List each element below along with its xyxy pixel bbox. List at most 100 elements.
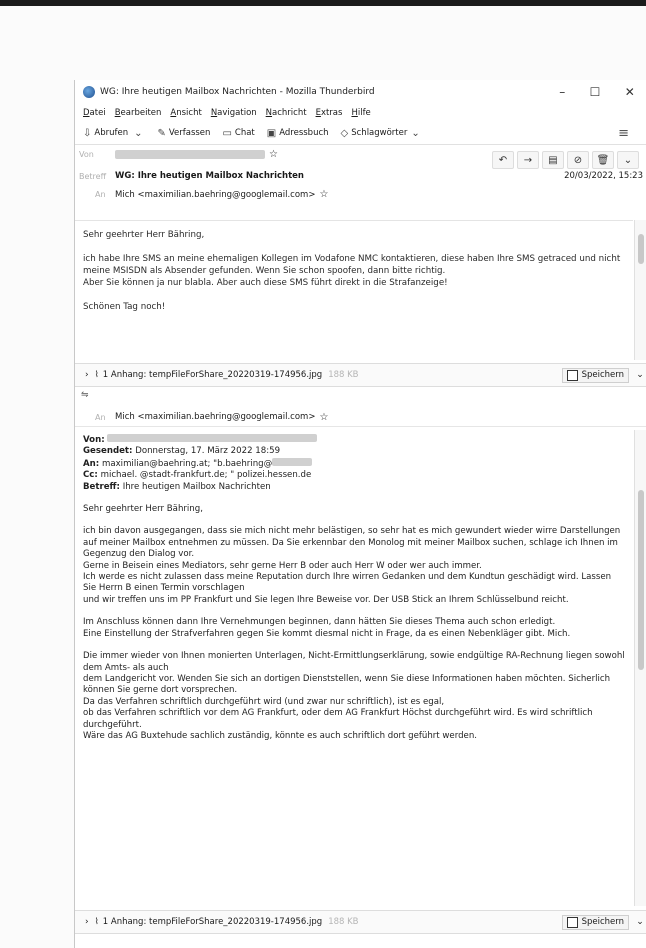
thunderbird-window: WG: Ihre heutigen Mailbox Nachrichten - … — [74, 80, 646, 948]
chevron-down-icon[interactable]: ⌄ — [134, 128, 142, 139]
attachment-label-2[interactable]: 1 Anhang: tempFileForShare_20220319-1749… — [103, 917, 322, 927]
paragraph-p12: Wäre das AG Buxtehude sachlich zuständig… — [83, 730, 478, 741]
redacted-sender-2 — [107, 434, 318, 442]
paragraph-p9: dem Landgericht vor. Wenden Sie sich an … — [83, 673, 611, 696]
compose-label: Verfassen — [168, 128, 211, 138]
attachment-label[interactable]: 1 Anhang: tempFileForShare_20220319-1749… — [103, 370, 322, 380]
save-button[interactable]: Speichern — [561, 367, 629, 383]
reply-icon[interactable]: ↶ — [492, 151, 514, 169]
chevron-down-icon: ⌄ — [411, 127, 420, 139]
addressbook-label: Adressbuch — [279, 128, 329, 138]
more-icon[interactable]: ⌄ — [617, 151, 639, 169]
message-header: Von ☆ ↶ → ▤ ⊘ 🗑 ⌄ Betreff WG: Ihre heuti… — [75, 145, 646, 209]
menu-datei[interactable]: Datei — [83, 108, 106, 118]
gesendet-value: Donnerstag, 17. März 2022 18:59 — [135, 446, 281, 457]
paragraph-2: Aber Sie können ja nur blabla. Aber auch… — [83, 278, 448, 288]
from-label: Von — [79, 150, 94, 159]
paragraph-p5: und wir treffen uns im PP Frankfurt und … — [83, 594, 569, 605]
menu-nachricht[interactable]: Nachricht — [266, 108, 307, 118]
chevron-right-icon[interactable]: › — [85, 370, 89, 380]
save-icon — [566, 369, 578, 381]
from-row: Von ☆ ↶ → ▤ ⊘ 🗑 ⌄ — [75, 149, 646, 169]
star-icon[interactable]: ☆ — [319, 412, 328, 423]
menu-ansicht[interactable]: Ansicht — [170, 108, 201, 118]
tags-label: Schlagwörter — [351, 128, 408, 138]
addressbook-button[interactable]: ▣ Adressbuch — [267, 128, 329, 139]
thunderbird-logo-icon — [83, 86, 95, 98]
scrollbar-1[interactable] — [634, 220, 646, 360]
save-icon — [566, 916, 578, 928]
paragraph-p4: Ich werde es nicht zulassen dass meine R… — [83, 572, 612, 594]
chat-icon: ▭ — [222, 127, 232, 139]
tags-button[interactable]: ◇ Schlagwörter ⌄ — [341, 128, 423, 139]
chevron-down-icon[interactable]: ⌄ — [633, 917, 646, 927]
delete-icon[interactable]: 🗑 — [592, 151, 614, 169]
paragraph-p6: Im Anschluss können dann Ihre Vernehmung… — [83, 617, 556, 628]
greeting-2: Sehr geehrter Herr Bähring, — [83, 504, 203, 515]
fetch-label: Abrufen — [94, 128, 129, 138]
greeting-1: Sehr geehrter Herr Bähring, — [83, 230, 205, 240]
menu-bar: Datei Bearbeiten Ansicht Navigation Nach… — [75, 104, 646, 122]
minimize-button[interactable]: – — [559, 85, 565, 99]
menu-extras[interactable]: Extras — [316, 108, 343, 118]
compose-button[interactable]: ✎ Verfassen — [157, 128, 210, 139]
to-label-2: An — [95, 412, 106, 422]
cc-line: Cc: michael. @stadt-frankfurt.de; " poli… — [83, 470, 625, 481]
to-address: Mich <maximilian.baehring@googlemail.com… — [115, 189, 316, 200]
paragraph-p8: Die immer wieder von Ihnen monierten Unt… — [83, 651, 625, 673]
to-address-2: Mich <maximilian.baehring@googlemail.com… — [115, 412, 316, 422]
menu-bearbeiten[interactable]: Bearbeiten — [115, 108, 162, 118]
chevron-down-icon[interactable]: ⌄ — [633, 370, 646, 380]
star-icon[interactable]: ☆ — [269, 149, 278, 160]
message-body-2: Von: Gesendet: Donnerstag, 17. März 2022… — [75, 430, 633, 906]
message-body-1: Sehr geehrter Herr Bähring, ich habe Ihr… — [75, 220, 633, 360]
closing-1: Schönen Tag noch! — [83, 302, 166, 312]
an-value: maximilian@baehring.at; "b.baehring@ — [101, 458, 273, 469]
subject-label: Betreff — [79, 171, 107, 181]
to-label: An — [95, 190, 106, 199]
paragraph-p1: ich bin davon ausgegangen, dass sie mich… — [83, 526, 621, 537]
paperclip-icon: ⌇ — [94, 917, 99, 927]
chat-button[interactable]: ▭ Chat — [222, 128, 254, 139]
maximize-button[interactable]: ☐ — [590, 85, 601, 99]
archive-icon[interactable]: ▤ — [542, 151, 564, 169]
junk-icon[interactable]: ⊘ — [567, 151, 589, 169]
cc-value: michael. @stadt-frankfurt.de; " polizei.… — [100, 470, 312, 481]
subject-row: Betreff WG: Ihre heutigen Mailbox Nachri… — [75, 171, 646, 181]
close-button[interactable]: ✕ — [625, 85, 635, 99]
scrollbar-2[interactable] — [634, 430, 646, 906]
menu-hilfe[interactable]: Hilfe — [351, 108, 370, 118]
von-label: Von: — [83, 435, 105, 445]
main-toolbar: ⇩ Abrufen ⌄ ✎ Verfassen ▭ Chat ▣ Adressbuch ◇… — [75, 122, 646, 145]
thread-icon: ⇋ — [81, 390, 89, 400]
save-label-2: Speichern — [581, 917, 624, 927]
attachment-bar-2[interactable]: › ⌇ 1 Anhang: tempFileForShare_20220319-… — [75, 910, 646, 934]
betreff-line: Betreff: Ihre heutigen Mailbox Nachricht… — [83, 482, 625, 493]
addressbook-icon: ▣ — [266, 127, 277, 139]
title-bar: WG: Ihre heutigen Mailbox Nachrichten - … — [75, 80, 646, 104]
menu-navigation[interactable]: Navigation — [211, 108, 257, 118]
date-text: 20/03/2022, 15:23 — [564, 171, 643, 181]
an-label: An: — [83, 458, 100, 469]
redacted-address — [272, 457, 313, 466]
attachment-bar-1[interactable]: › ⌇ 1 Anhang: tempFileForShare_20220319-… — [75, 363, 646, 387]
an-line: An: maximilian@baehring.at; "b.baehring@ — [83, 457, 625, 470]
von-line: Von: — [83, 434, 625, 446]
betreff-value: Ihre heutigen Mailbox Nachrichten — [122, 481, 271, 492]
to-row: An Mich <maximilian.baehring@googlemail.… — [75, 189, 646, 200]
app-menu-icon[interactable]: ≡ — [618, 126, 629, 141]
paragraph-p2: auf meiner Mailbox entnehmen zu müssen. … — [83, 537, 618, 560]
paragraph-p11: ob das Verfahren schriftlich vor dem AG … — [83, 708, 593, 730]
save-button-2[interactable]: Speichern — [561, 914, 629, 930]
betreff-label: Betreff: — [83, 481, 120, 492]
download-icon: ⇩ — [83, 127, 92, 139]
paragraph-p10: Da das Verfahren schriftlich durchgeführ… — [83, 696, 445, 707]
forward-icon[interactable]: → — [517, 151, 539, 169]
fetch-button[interactable]: ⇩ Abrufen ⌄ — [83, 128, 145, 139]
paperclip-icon: ⌇ — [94, 370, 99, 380]
star-icon[interactable]: ☆ — [319, 189, 328, 200]
chevron-right-icon[interactable]: › — [85, 917, 89, 927]
pencil-icon: ✎ — [157, 127, 166, 139]
save-label: Speichern — [581, 370, 624, 380]
cc-label: Cc: — [83, 470, 98, 481]
